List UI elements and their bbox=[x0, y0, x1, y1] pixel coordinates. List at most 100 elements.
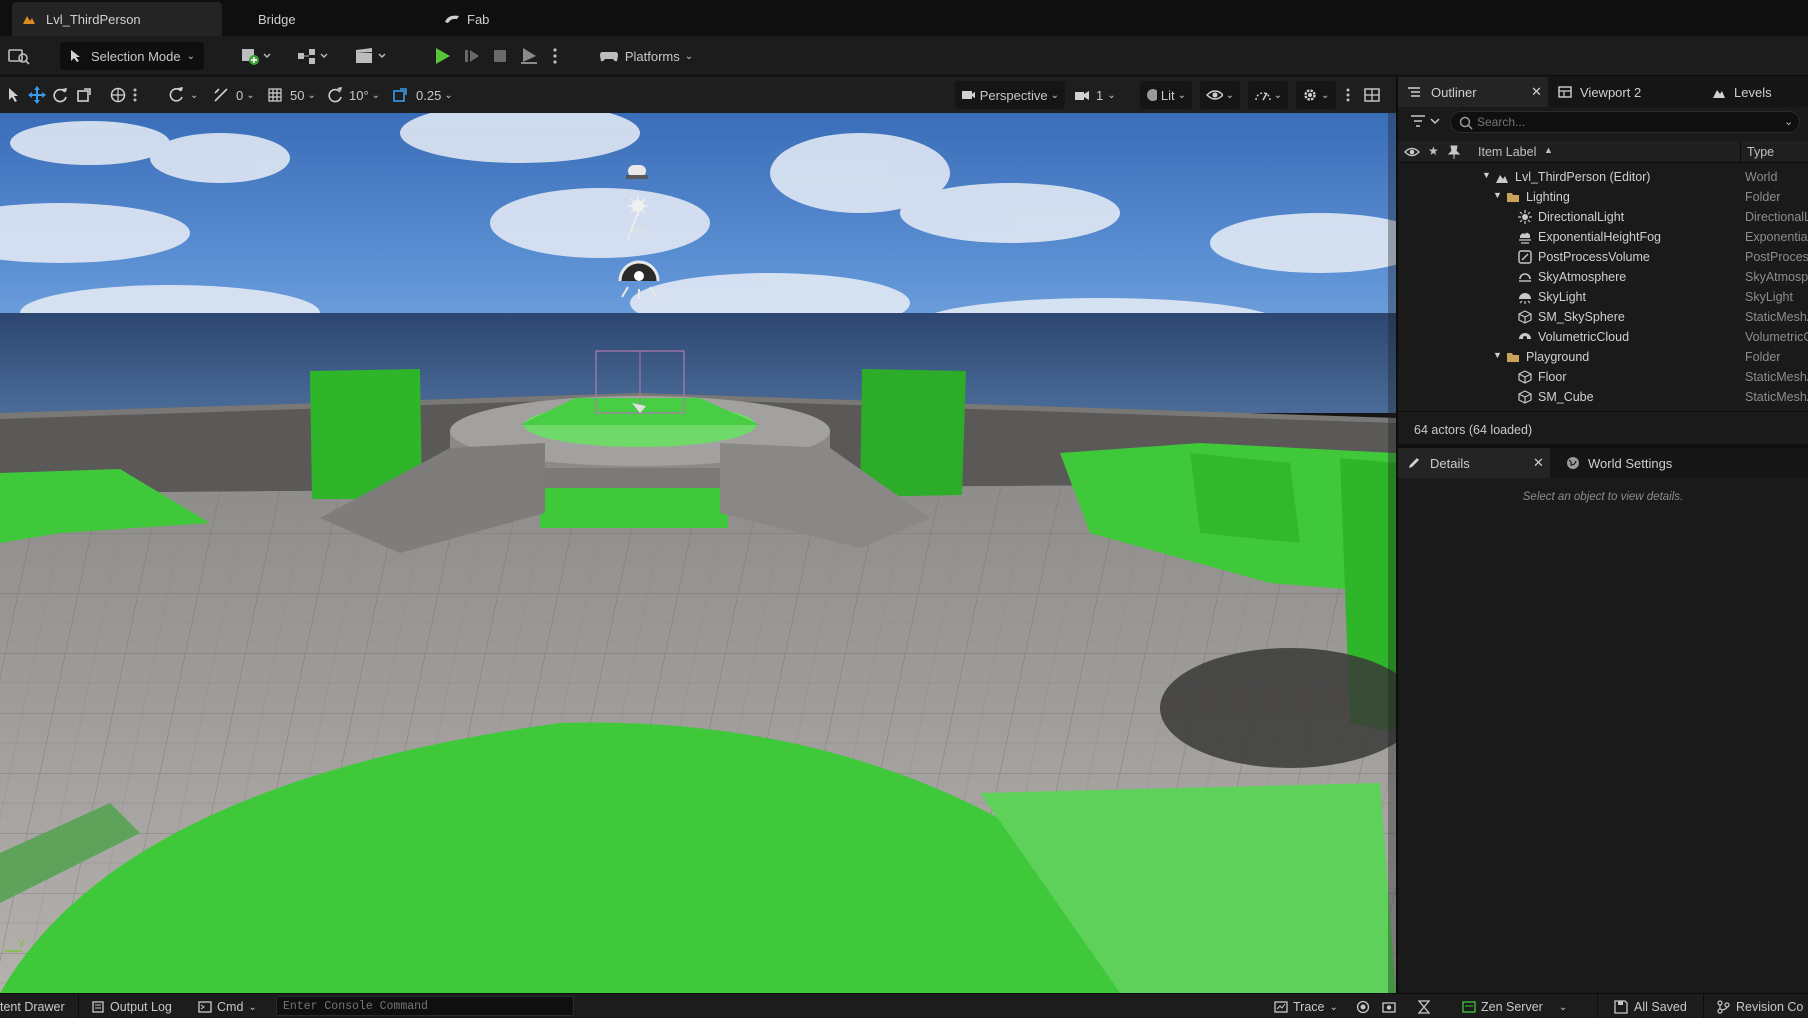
tab-bridge[interactable]: Bridge bbox=[258, 2, 338, 36]
platforms-button[interactable]: Platforms ⌄ bbox=[596, 42, 696, 70]
play-button[interactable] bbox=[428, 42, 456, 70]
column-type[interactable]: Type bbox=[1747, 145, 1774, 159]
zen-server-label: Zen Server bbox=[1481, 1000, 1543, 1014]
visibility-eye-icon[interactable] bbox=[1404, 146, 1420, 158]
play-options-menu[interactable] bbox=[546, 42, 564, 70]
outliner-row-directional-light[interactable]: DirectionalLight DirectionalLight bbox=[1398, 207, 1808, 227]
row-label: Playground bbox=[1526, 350, 1590, 364]
static-mesh-icon bbox=[1518, 310, 1532, 324]
row-label: SM_Cube bbox=[1538, 390, 1594, 404]
trace-label: Trace bbox=[1293, 1000, 1325, 1014]
level-viewport[interactable]: Y bbox=[0, 113, 1396, 993]
outliner-row-sm-cube[interactable]: SM_Cube StaticMeshActor bbox=[1398, 387, 1808, 407]
screenshot-icon[interactable] bbox=[1382, 999, 1396, 1015]
column-item-label[interactable]: Item Label bbox=[1478, 145, 1536, 159]
advance-frame-button[interactable] bbox=[460, 42, 484, 70]
chevron-down-icon: ⌄ bbox=[186, 50, 195, 62]
outliner-search-box[interactable]: ⌄ bbox=[1450, 111, 1800, 133]
tab-label: Lvl_ThirdPerson bbox=[46, 11, 141, 27]
close-icon[interactable]: ✕ bbox=[1531, 84, 1542, 100]
tab-viewport-2[interactable]: Viewport 2 bbox=[1558, 77, 1688, 107]
show-flags-button[interactable]: ⌄ bbox=[1200, 81, 1240, 109]
row-type: DirectionalLight bbox=[1745, 210, 1808, 224]
outliner-row-sky-light[interactable]: SkyLight SkyLight bbox=[1398, 287, 1808, 307]
tab-world-settings[interactable]: World Settings bbox=[1566, 448, 1706, 478]
selection-mode-label: Selection Mode bbox=[90, 48, 181, 64]
tab-outliner[interactable]: Outliner ✕ bbox=[1398, 77, 1548, 107]
camera-icon bbox=[962, 91, 975, 99]
grid-snap-button[interactable]: 50 ⌄ bbox=[268, 81, 316, 109]
outliner-row-sm-skysphere[interactable]: SM_SkySphere StaticMeshActor bbox=[1398, 307, 1808, 327]
world-space-icon[interactable] bbox=[110, 81, 126, 109]
search-input[interactable] bbox=[1477, 114, 1757, 130]
eject-icon bbox=[521, 48, 537, 64]
output-log-button[interactable]: Output Log bbox=[92, 999, 172, 1015]
add-actor-button[interactable] bbox=[236, 42, 276, 70]
perspective-button[interactable]: Perspective ⌄ bbox=[955, 81, 1065, 109]
details-tab-label: Details bbox=[1430, 455, 1470, 471]
rotate-tool-icon[interactable] bbox=[52, 81, 68, 109]
tab-fab[interactable]: Fab bbox=[444, 2, 514, 36]
trace-button[interactable]: Trace ⌄ bbox=[1274, 999, 1338, 1015]
outliner-row-post-process-volume[interactable]: PostProcessVolume PostProcessVolume bbox=[1398, 247, 1808, 267]
blueprints-button[interactable] bbox=[292, 42, 334, 70]
performance-button[interactable]: ⌄ bbox=[1248, 81, 1288, 109]
outliner-row-floor[interactable]: Floor StaticMeshActor bbox=[1398, 367, 1808, 387]
revision-control-button[interactable]: Revision Co bbox=[1716, 999, 1803, 1015]
content-browser-icon[interactable] bbox=[6, 42, 32, 70]
console-command-box[interactable] bbox=[276, 996, 574, 1016]
server-icon bbox=[1462, 1001, 1476, 1013]
select-tool-icon[interactable] bbox=[6, 81, 22, 109]
viewport-toolbar: ⌄ 0 ⌄ 50 ⌄ 10° ⌄ 0.25 ⌄ Perspective ⌄ 1 … bbox=[0, 77, 1396, 113]
rotation-snap-button[interactable]: 10° ⌄ bbox=[327, 81, 380, 109]
stop-button[interactable] bbox=[488, 42, 512, 70]
scale-snap-button[interactable]: 0.25 ⌄ bbox=[392, 81, 453, 109]
lit-mode-button[interactable]: Lit ⌄ bbox=[1140, 81, 1192, 109]
row-type: ExponentialHeightFog bbox=[1745, 230, 1808, 244]
selection-mode-button[interactable]: Selection Mode ⌄ bbox=[60, 42, 204, 70]
layout-icon[interactable] bbox=[1364, 81, 1380, 109]
main-toolbar: Selection Mode ⌄ Platforms ⌄ bbox=[0, 36, 1808, 76]
cmd-button[interactable]: Cmd ⌄ bbox=[198, 999, 257, 1015]
outliner-row-volumetric-cloud[interactable]: VolumetricCloud VolumetricCloud bbox=[1398, 327, 1808, 347]
tab-details[interactable]: Details ✕ bbox=[1398, 448, 1550, 478]
panel-splitter[interactable] bbox=[1396, 77, 1398, 993]
tab-lvl-thirdperson[interactable]: Lvl_ThirdPerson bbox=[12, 2, 222, 36]
static-mesh-icon bbox=[1518, 390, 1532, 404]
revision-control-icon bbox=[1717, 1000, 1730, 1014]
row-label: SkyLight bbox=[1538, 290, 1586, 304]
settings-chevron-icon[interactable]: ⌄ bbox=[1784, 115, 1793, 128]
record-icon[interactable] bbox=[1356, 999, 1370, 1015]
chevron-down-icon: ⌄ bbox=[684, 50, 694, 62]
tab-levels[interactable]: Levels bbox=[1712, 77, 1802, 107]
hourglass-icon[interactable] bbox=[1418, 999, 1430, 1015]
filter-button[interactable] bbox=[1410, 114, 1442, 128]
surface-snap-button[interactable]: ⌄ bbox=[168, 81, 198, 109]
pin-icon[interactable] bbox=[1448, 145, 1460, 159]
content-drawer-button[interactable]: tent Drawer bbox=[0, 999, 65, 1015]
close-icon[interactable]: ✕ bbox=[1533, 455, 1544, 471]
levels-tab-label: Levels bbox=[1734, 84, 1772, 100]
folder-icon bbox=[1507, 193, 1519, 202]
zen-server-button[interactable]: Zen Server ⌄ bbox=[1462, 999, 1567, 1015]
outliner-row-height-fog[interactable]: ExponentialHeightFog ExponentialHeightFo… bbox=[1398, 227, 1808, 247]
outliner-row-folder-lighting[interactable]: ▼ Lighting Folder bbox=[1398, 187, 1808, 207]
viewport-options-icon[interactable] bbox=[1346, 81, 1350, 109]
star-icon[interactable]: ★ bbox=[1428, 144, 1439, 158]
search-icon bbox=[1459, 116, 1473, 130]
console-command-input[interactable] bbox=[283, 999, 563, 1014]
outliner-row-sky-atmosphere[interactable]: SkyAtmosphere SkyAtmosphere bbox=[1398, 267, 1808, 287]
viewport-scene[interactable]: Y bbox=[0, 113, 1396, 993]
eject-button[interactable] bbox=[516, 42, 542, 70]
row-type: Folder bbox=[1745, 190, 1781, 204]
more-options-icon[interactable] bbox=[133, 81, 137, 109]
scale-tool-icon[interactable] bbox=[76, 81, 92, 109]
rotation-snap-small-button[interactable]: 0 ⌄ bbox=[213, 81, 255, 109]
outliner-row-folder-playground[interactable]: ▼ Playground Folder bbox=[1398, 347, 1808, 367]
cinematics-button[interactable] bbox=[350, 42, 392, 70]
camera-speed-button[interactable]: 1 ⌄ bbox=[1074, 81, 1116, 109]
translate-tool-icon[interactable] bbox=[28, 81, 46, 109]
outliner-row-world[interactable]: ▼ Lvl_ThirdPerson (Editor) World bbox=[1398, 167, 1808, 187]
all-saved-button[interactable]: All Saved bbox=[1614, 999, 1687, 1015]
settings-button[interactable]: ⌄ bbox=[1296, 81, 1336, 109]
